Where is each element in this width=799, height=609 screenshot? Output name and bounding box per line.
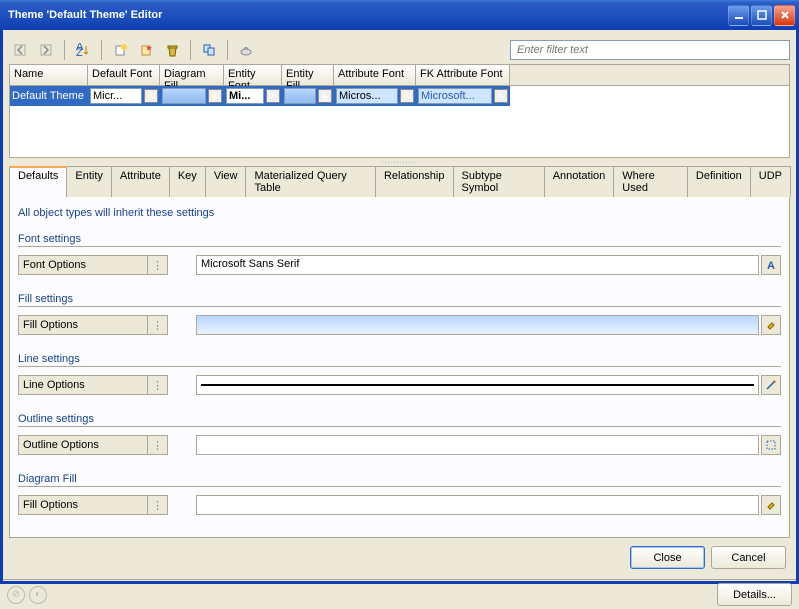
- col-name[interactable]: Name: [10, 65, 88, 85]
- cell-fk-attribute-font: Microsoft...: [418, 88, 492, 104]
- cell-default-font: Micr...: [90, 88, 142, 104]
- fill-picker-icon[interactable]: ◆: [318, 89, 332, 103]
- outline-settings-label: Outline settings: [18, 413, 781, 427]
- tab-entity[interactable]: Entity: [66, 166, 112, 197]
- font-picker-icon[interactable]: A: [144, 89, 158, 103]
- cell-diagram-fill: [162, 88, 206, 104]
- font-settings-label: Font settings: [18, 233, 781, 247]
- outline-options-value[interactable]: [196, 435, 759, 455]
- svg-text:A: A: [767, 260, 775, 271]
- col-fk-attribute-font[interactable]: FK Attribute Font: [416, 65, 510, 85]
- tab-mqt[interactable]: Materialized Query Table: [245, 166, 375, 197]
- splitter[interactable]: ∙∙∙∙∙∙∙∙∙∙∙∙: [9, 158, 790, 166]
- outline-picker-button[interactable]: [761, 435, 781, 455]
- cancel-button[interactable]: Cancel: [711, 546, 786, 569]
- font-picker-icon[interactable]: A: [400, 89, 414, 103]
- grip-icon[interactable]: ⋮: [148, 435, 168, 455]
- cell-name: Default Theme: [10, 86, 88, 106]
- font-options-value[interactable]: Microsoft Sans Serif: [196, 255, 759, 275]
- col-default-font[interactable]: Default Font: [88, 65, 160, 85]
- tab-where-used[interactable]: Where Used: [613, 166, 688, 197]
- status-icon-2: ◐: [29, 586, 47, 604]
- grip-icon[interactable]: ⋮: [148, 315, 168, 335]
- window-title: Theme 'Default Theme' Editor: [4, 9, 728, 21]
- font-picker-icon[interactable]: A: [494, 89, 508, 103]
- cell-entity-font: Mi...: [226, 88, 264, 104]
- minimize-button[interactable]: [728, 5, 749, 26]
- diagram-fill-label: Diagram Fill: [18, 473, 781, 487]
- svg-text:Z: Z: [76, 47, 83, 57]
- new-button[interactable]: [109, 39, 131, 61]
- font-options-label: Font Options: [18, 255, 148, 275]
- new-star-button[interactable]: [135, 39, 157, 61]
- sort-button[interactable]: AZ: [72, 39, 94, 61]
- fill-picker-button[interactable]: [761, 315, 781, 335]
- titlebar: Theme 'Default Theme' Editor: [0, 0, 799, 30]
- tab-subtype[interactable]: Subtype Symbol: [453, 166, 545, 197]
- fill-options-label: Fill Options: [18, 315, 148, 335]
- diagram-fill-options-label: Fill Options: [18, 495, 148, 515]
- toolbar: AZ: [9, 36, 790, 64]
- line-picker-button[interactable]: [761, 375, 781, 395]
- filter-input[interactable]: [510, 40, 790, 60]
- close-window-button[interactable]: [774, 5, 795, 26]
- col-diagram-fill[interactable]: Diagram Fill: [160, 65, 224, 85]
- delete-button[interactable]: [161, 39, 183, 61]
- tab-annotation[interactable]: Annotation: [544, 166, 615, 197]
- tab-content: All object types will inherit these sett…: [9, 196, 790, 538]
- grip-icon[interactable]: ⋮: [148, 495, 168, 515]
- line-settings-label: Line settings: [18, 353, 781, 367]
- line-options-label: Line Options: [18, 375, 148, 395]
- font-picker-icon[interactable]: A: [266, 89, 280, 103]
- maximize-button[interactable]: [751, 5, 772, 26]
- font-picker-button[interactable]: A: [761, 255, 781, 275]
- tab-attribute[interactable]: Attribute: [111, 166, 170, 197]
- copy-button[interactable]: [198, 39, 220, 61]
- tab-relationship[interactable]: Relationship: [375, 166, 454, 197]
- fill-picker-icon[interactable]: ◆: [208, 89, 222, 103]
- diagram-fill-picker-button[interactable]: [761, 495, 781, 515]
- tab-defaults[interactable]: Defaults: [9, 166, 67, 197]
- nav-next-button[interactable]: [35, 39, 57, 61]
- diagram-fill-value[interactable]: [196, 495, 759, 515]
- close-button[interactable]: Close: [630, 546, 705, 569]
- tab-definition[interactable]: Definition: [687, 166, 751, 197]
- tabs: Defaults Entity Attribute Key View Mater…: [9, 166, 790, 197]
- grip-icon[interactable]: ⋮: [148, 255, 168, 275]
- col-attribute-font[interactable]: Attribute Font: [334, 65, 416, 85]
- tab-key[interactable]: Key: [169, 166, 206, 197]
- table-row[interactable]: Default Theme Micr...A ◆ Mi...A ◆ Micros…: [10, 86, 789, 106]
- help-button[interactable]: [235, 39, 257, 61]
- themes-grid: Name Default Font Diagram Fill Entity Fo…: [9, 64, 790, 158]
- tab-view[interactable]: View: [205, 166, 247, 197]
- details-button[interactable]: Details...: [717, 583, 792, 606]
- nav-prev-button[interactable]: [9, 39, 31, 61]
- info-text: All object types will inherit these sett…: [18, 207, 781, 219]
- col-entity-fill[interactable]: Entity Fill: [282, 65, 334, 85]
- fill-settings-label: Fill settings: [18, 293, 781, 307]
- line-options-value[interactable]: [196, 375, 759, 395]
- cell-attribute-font: Micros...: [336, 88, 398, 104]
- cell-entity-fill: [284, 88, 316, 104]
- fill-options-value[interactable]: [196, 315, 759, 335]
- col-entity-font[interactable]: Entity Font: [224, 65, 282, 85]
- grip-icon[interactable]: ⋮: [148, 375, 168, 395]
- outline-options-label: Outline Options: [18, 435, 148, 455]
- tab-udp[interactable]: UDP: [750, 166, 791, 197]
- status-icon-1: ⊘: [7, 586, 25, 604]
